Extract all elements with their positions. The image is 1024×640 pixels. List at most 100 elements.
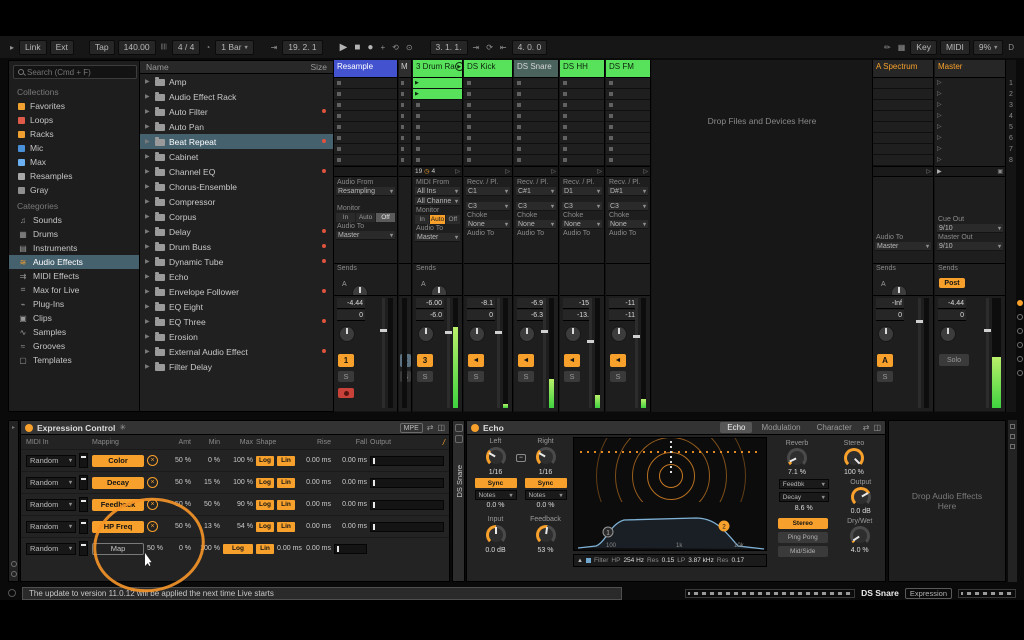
link-button[interactable]: Link [19,40,47,55]
lin-shape-button[interactable]: Lin [277,500,295,510]
output-type-select[interactable]: Master▾ [875,242,931,251]
chain-mute-icon[interactable] [455,424,463,432]
log-shape-button[interactable]: Log [256,522,274,532]
input-type-select[interactable]: Resampling▾ [336,187,395,196]
sidebar-item-sounds[interactable]: ♫Sounds [9,213,139,227]
preview-icon[interactable] [11,561,17,567]
capture-midi-icon[interactable]: ⟲ [390,43,401,52]
tab-echo[interactable]: Echo [720,422,752,433]
sidebar-item-instruments[interactable]: ▤Instruments [9,241,139,255]
mid-side-mode-button[interactable]: Mid/Side [778,546,828,557]
left-sync-button[interactable]: Sync [475,478,517,488]
tab-modulation[interactable]: Modulation [754,422,807,433]
overdub-icon[interactable]: + [378,43,387,52]
collection-racks[interactable]: Racks [9,127,139,141]
clip-view-icon[interactable] [1010,434,1015,439]
receive-note-select[interactable]: D#1▾ [608,187,648,196]
midi-source-select[interactable]: Random▾ [26,477,76,489]
chevron-right-icon[interactable]: ▶ [145,363,151,370]
log-shape-button[interactable]: Log [256,456,274,466]
unmap-button[interactable]: × [147,499,158,510]
volume-value[interactable]: -6.9 [517,298,545,309]
track-header[interactable]: M [399,60,411,78]
pan-knob[interactable] [940,326,956,342]
device-chain-strip[interactable]: DS Snare [452,420,465,582]
hot-swap-icon[interactable]: ⇄ [427,423,434,432]
input-slider[interactable] [79,475,88,490]
ext-button[interactable]: Ext [50,40,74,55]
chevron-right-icon[interactable]: ▶ [145,288,151,295]
chain-activator[interactable]: ◄ [610,354,626,367]
scene-number[interactable]: 4 [1006,111,1016,122]
sidebar-item-drums[interactable]: ▦Drums [9,227,139,241]
pan-value[interactable]: -11 [609,310,637,321]
metronome-icon[interactable]: ◔ [203,43,212,52]
stop-all-clips-icon[interactable]: ▶ [937,168,942,175]
audio-effects-drop-zone[interactable]: Drop Audio Effects Here [888,420,1006,582]
reverb-knob[interactable] [787,448,807,468]
mapping-target-button[interactable]: HP Freq [92,521,144,533]
browser-device-row[interactable]: ▶Corpus [140,209,333,224]
midi-source-select[interactable]: Random▾ [26,499,76,511]
cpu-meter[interactable]: 9%▾ [973,40,1003,55]
chevron-right-icon[interactable]: ▶ [145,273,151,280]
pan-value[interactable]: -6.0 [416,310,444,321]
mpe-badge[interactable]: MPE [400,423,423,433]
rise-value[interactable]: 0.00 ms [298,457,331,464]
pan-knob[interactable] [565,326,581,342]
dry-wet-knob[interactable] [850,526,870,546]
max-value[interactable]: 90 % [223,501,253,508]
play-note-select[interactable]: C3▾ [608,202,648,211]
sidebar-item-grooves[interactable]: ≈Grooves [9,339,139,353]
pan-value[interactable]: 0 [337,310,365,321]
chevron-right-icon[interactable]: ▶ [145,228,151,235]
browser-device-row[interactable]: ▶External Audio Effect [140,344,333,359]
device-on-toggle[interactable] [25,424,33,432]
stop-button[interactable]: ■ [352,42,362,53]
save-preset-icon[interactable]: ◫ [437,423,445,432]
play-note-select[interactable]: C3▾ [466,202,510,211]
clip-stop-buttons[interactable] [337,78,341,166]
input-knob[interactable] [486,525,506,545]
input-slider[interactable] [79,453,88,468]
clip[interactable]: ▶ [413,78,462,88]
browser-device-row[interactable]: ▶Beat Repeat [140,134,333,149]
quantize-menu[interactable]: 1 Bar▾ [215,40,253,55]
monitor-switch[interactable]: InAutoOff [336,213,395,222]
solo-button[interactable]: S [417,371,433,382]
scene-launch-icon[interactable]: ▷ [643,168,648,175]
lin-shape-button[interactable]: Lin [277,456,295,466]
browser-device-row[interactable]: ▶EQ Three [140,314,333,329]
pan-knob[interactable] [611,326,627,342]
volume-fader[interactable] [918,298,921,408]
fader-handle[interactable] [445,331,452,334]
filter-display[interactable]: 1 2 100 1k 10k [574,502,766,550]
scene-launch-column[interactable]: ▷▷▷▷▷▷▷▷ [935,78,1005,166]
solo-button[interactable]: S [338,371,354,382]
chevron-right-icon[interactable]: ▶ [145,318,151,325]
chevron-right-icon[interactable]: ▶ [145,108,151,115]
info-view-icon[interactable] [1010,444,1015,449]
chevron-right-icon[interactable]: ▶ [145,258,151,265]
punch-in-position[interactable]: 3. 1. 1. [430,40,468,55]
log-shape-button[interactable]: Log [256,500,274,510]
min-value[interactable]: 0 % [163,545,191,552]
monitor-auto[interactable]: Auto [356,213,375,222]
volume-value[interactable]: -11 [609,298,637,309]
right-sync-button[interactable]: Sync [525,478,567,488]
clip-grid[interactable] [399,78,411,166]
pan-knob[interactable] [418,326,434,342]
nudge-icons[interactable]: |||| [159,44,169,50]
volume-fader[interactable] [589,298,592,408]
clip-stop-buttons[interactable] [416,100,420,166]
min-value[interactable]: 50 % [194,501,220,508]
io-toggle-icon[interactable] [1017,300,1023,306]
draw-mode-icon[interactable]: ✏ [882,43,893,52]
fader-handle[interactable] [984,329,991,332]
clip-grid[interactable] [606,78,650,166]
scene-number[interactable]: 1 [1006,78,1016,89]
punch-out-icon[interactable]: ⇤ [498,43,509,52]
scene-number[interactable]: 2 [1006,89,1016,100]
follow-icon[interactable]: ▸ [8,43,16,52]
max-value[interactable]: 54 % [223,523,253,530]
